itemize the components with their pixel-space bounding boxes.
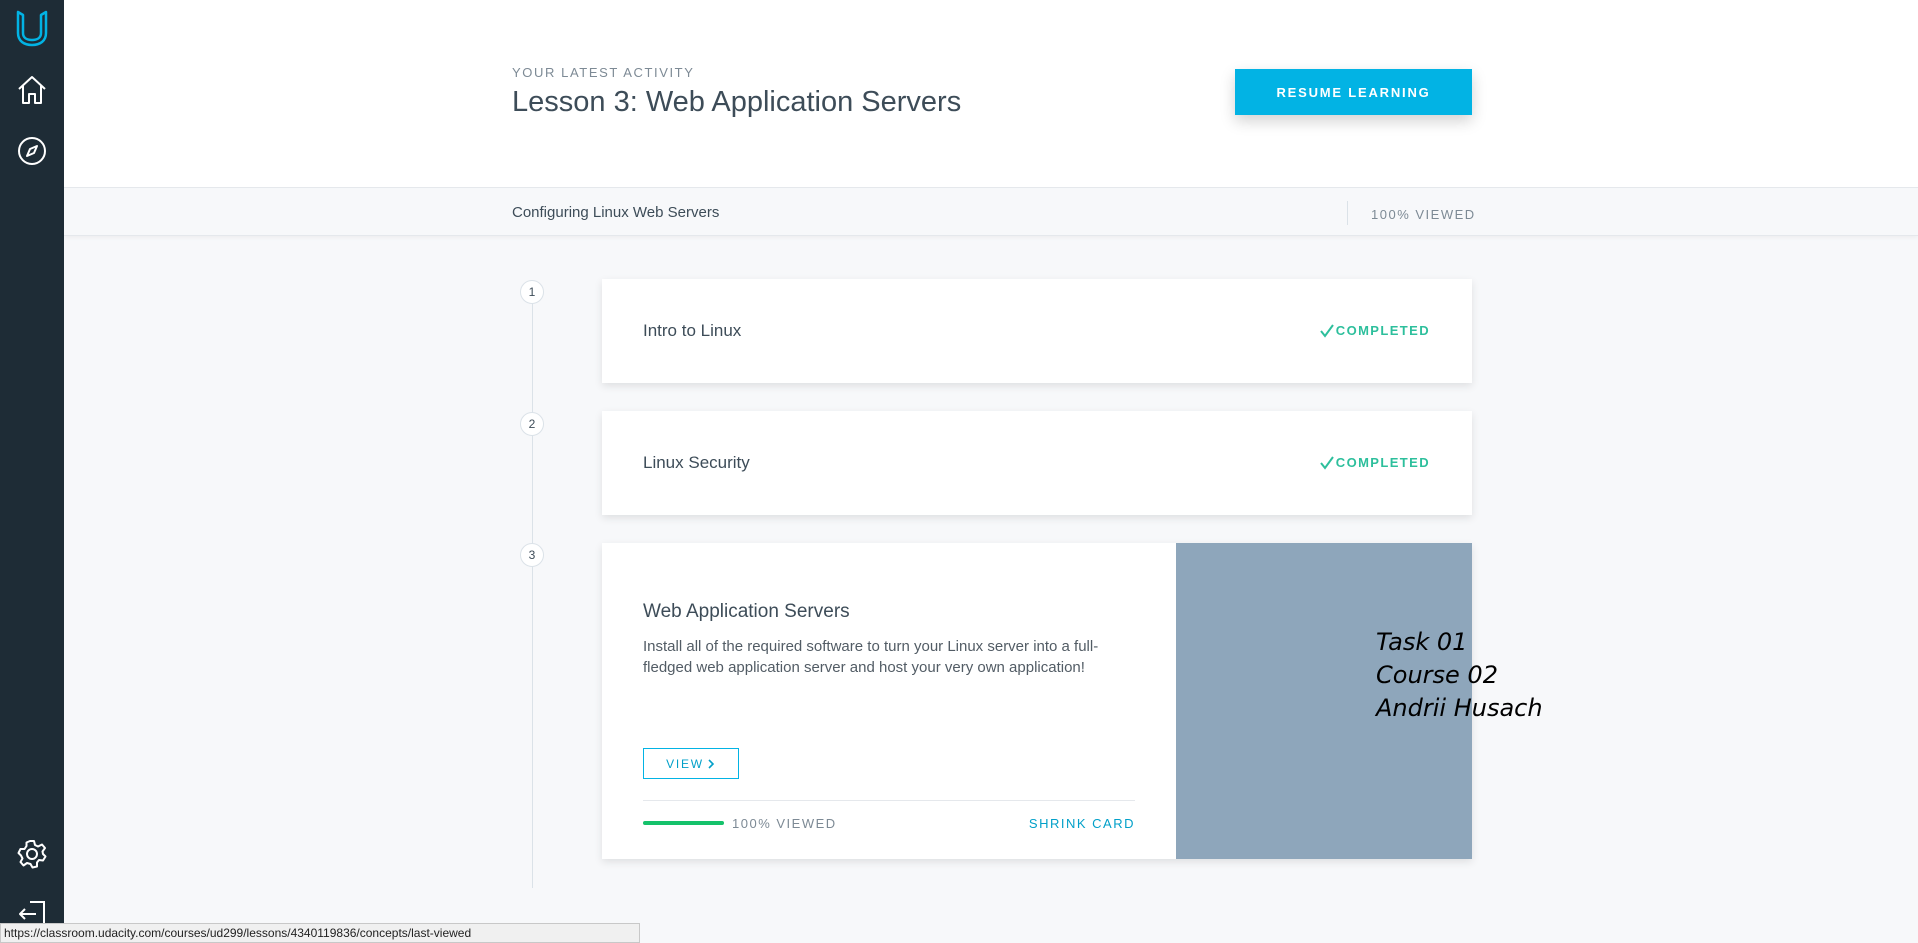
lesson-card-title: Linux Security (643, 453, 750, 472)
step-number-1: 1 (520, 280, 544, 304)
view-label: VIEW (666, 756, 704, 771)
subbar-divider (1347, 201, 1348, 225)
completed-label: COMPLETED (1335, 323, 1430, 338)
browser-status-url: https://classroom.udacity.com/courses/ud… (0, 923, 640, 943)
lesson-card-linux-security[interactable]: Linux Security COMPLETED (602, 411, 1472, 515)
step-number-3: 3 (520, 543, 544, 567)
lesson-card-intro-to-linux[interactable]: Intro to Linux COMPLETED (602, 279, 1472, 383)
lesson-progress-fill (643, 821, 724, 825)
lesson-card-web-application-servers: Web Application Servers Install all of t… (602, 543, 1472, 859)
overlay-line-2: Course 02 (1376, 661, 1498, 689)
compass-icon[interactable] (12, 131, 52, 171)
overlay-line-1: Task 01 (1376, 628, 1468, 656)
sidebar (0, 0, 64, 943)
course-name: Configuring Linux Web Servers (512, 204, 720, 221)
lesson-card-title: Intro to Linux (643, 321, 742, 340)
completed-label: COMPLETED (1335, 455, 1430, 470)
step-number-2: 2 (520, 412, 544, 436)
lesson-card-title: Web Application Servers (643, 601, 850, 622)
chevron-right-icon (708, 758, 715, 769)
card-divider (643, 800, 1135, 801)
overlay-annotation: Task 01 Course 02 Andrii Husach (1376, 626, 1543, 725)
resume-learning-button[interactable]: RESUME LEARNING (1235, 69, 1472, 115)
view-lesson-button[interactable]: VIEW (643, 748, 739, 779)
completed-status: COMPLETED (1320, 455, 1430, 470)
gear-icon[interactable] (12, 834, 52, 874)
timeline-line (532, 292, 533, 888)
checkmark-icon (1320, 323, 1334, 338)
completed-status: COMPLETED (1320, 323, 1430, 338)
lesson-progress-bar (643, 821, 724, 825)
shrink-card-link[interactable]: SHRINK CARD (1029, 816, 1135, 831)
latest-activity-header: YOUR LATEST ACTIVITY Lesson 3: Web Appli… (64, 0, 1918, 188)
activity-eyebrow: YOUR LATEST ACTIVITY (512, 65, 695, 80)
lesson-card-description: Install all of the required software to … (643, 638, 1099, 676)
lesson-viewed-status: 100% VIEWED (732, 816, 837, 831)
checkmark-icon (1320, 455, 1334, 470)
lesson-title: Lesson 3: Web Application Servers (512, 86, 962, 118)
course-viewed-status: 100% VIEWED (1371, 207, 1476, 222)
home-icon[interactable] (12, 70, 52, 110)
udacity-logo-icon[interactable] (12, 8, 52, 48)
course-subbar: Configuring Linux Web Servers 100% VIEWE… (64, 189, 1918, 236)
lesson-card-content: Web Application Servers Install all of t… (602, 543, 1176, 859)
overlay-line-3: Andrii Husach (1376, 694, 1543, 722)
